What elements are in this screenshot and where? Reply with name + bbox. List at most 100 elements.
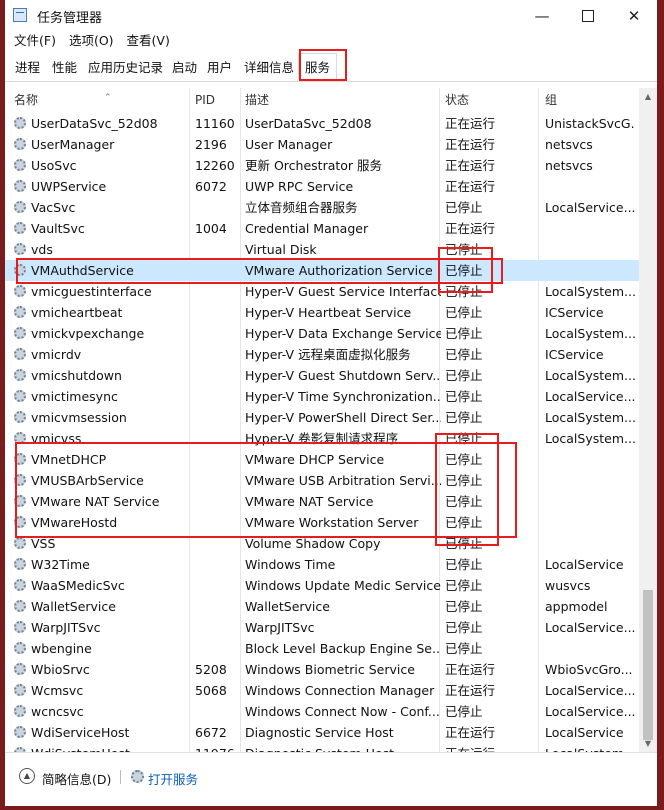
- service-group: netsvcs: [545, 158, 593, 173]
- service-group: LocalService...: [545, 620, 636, 635]
- fewer-details-link[interactable]: 简略信息(D): [42, 769, 111, 788]
- table-row[interactable]: VacSvc 立体音频组合器服务 已停止 LocalService...: [5, 197, 657, 218]
- table-row[interactable]: vmicrdv Hyper-V 远程桌面虚拟化服务 已停止 ICService: [5, 344, 657, 365]
- service-gear-icon: [14, 516, 26, 528]
- table-row[interactable]: vmicguestinterface Hyper-V Guest Service …: [5, 281, 657, 302]
- vertical-scrollbar[interactable]: ▲ ▼: [639, 88, 657, 752]
- service-description: Hyper-V PowerShell Direct Ser...: [245, 410, 441, 425]
- table-row[interactable]: WdiServiceHost 6672 Diagnostic Service Hos…: [5, 722, 657, 743]
- service-gear-icon: [14, 432, 26, 444]
- service-name: UsoSvc: [31, 158, 77, 173]
- service-status: 已停止: [445, 305, 483, 320]
- service-description: VMware USB Arbitration Servi...: [245, 473, 441, 488]
- service-group: LocalSystem...: [545, 368, 636, 383]
- tab-processes[interactable]: 进程: [15, 56, 40, 80]
- table-row[interactable]: vmicheartbeat Hyper-V Heartbeat Service 已停…: [5, 302, 657, 323]
- service-group: [545, 176, 636, 197]
- service-name: vmicshutdown: [31, 368, 122, 383]
- service-gear-icon: [14, 138, 26, 150]
- column-header-pid[interactable]: PID: [195, 88, 215, 113]
- service-group: LocalSystem...: [545, 326, 636, 341]
- table-row[interactable]: wbengine Block Level Backup Engine Se... 已…: [5, 638, 657, 659]
- table-row[interactable]: vmicshutdown Hyper-V Guest Shutdown Serv.…: [5, 365, 657, 386]
- table-row[interactable]: UsoSvc 12260 更新 Orchestrator 服务 正在运行 netsvcs: [5, 155, 657, 176]
- table-row[interactable]: UWPService 6072 UWP RPC Service 正在运行: [5, 176, 657, 197]
- service-pid: 1004: [195, 221, 227, 236]
- tab-users[interactable]: 用户: [207, 56, 232, 80]
- service-group: LocalService...: [545, 200, 636, 215]
- table-row[interactable]: WbioSrvc 5208 Windows Biometric Service 正在运…: [5, 659, 657, 680]
- menu-view[interactable]: 查看(V): [127, 31, 170, 51]
- service-pid: [195, 239, 245, 260]
- tab-startup[interactable]: 启动: [172, 56, 197, 80]
- column-header-name[interactable]: 名称 ⌃: [14, 88, 112, 113]
- service-status: 已停止: [445, 263, 483, 278]
- service-status: 已停止: [445, 242, 483, 257]
- service-group: LocalService: [545, 557, 624, 572]
- service-status: 已停止: [445, 326, 483, 341]
- service-description: VMware Authorization Service: [245, 263, 433, 278]
- tab-performance[interactable]: 性能: [52, 56, 77, 80]
- service-gear-icon: [14, 369, 26, 381]
- service-gear-icon: [14, 621, 26, 633]
- table-row[interactable]: UserDataSvc_52d08 11160 UserDataSvc_52d08 正…: [5, 113, 657, 134]
- open-services-link[interactable]: 打开服务: [148, 769, 198, 788]
- table-row[interactable]: VMUSBArbService VMware USB Arbitration Se…: [5, 470, 657, 491]
- service-group: [545, 533, 636, 554]
- table-row[interactable]: vds Virtual Disk 已停止: [5, 239, 657, 260]
- service-pid: [195, 512, 245, 533]
- table-row[interactable]: VaultSvc 1004 Credential Manager 正在运行: [5, 218, 657, 239]
- table-row[interactable]: VMware NAT Service VMware NAT Service 已停止: [5, 491, 657, 512]
- table-row[interactable]: vmicvss Hyper-V 卷影复制请求程序 已停止 LocalSystem...: [5, 428, 657, 449]
- tab-services[interactable]: 服务: [298, 53, 338, 80]
- tab-app-history[interactable]: 应用历史记录: [88, 56, 163, 80]
- tab-details[interactable]: 详细信息: [244, 56, 294, 80]
- service-name: VMnetDHCP: [31, 452, 107, 467]
- service-status: 正在运行: [445, 662, 496, 677]
- table-row[interactable]: VMnetDHCP VMware DHCP Service 已停止: [5, 449, 657, 470]
- service-group: [545, 638, 636, 659]
- menu-file[interactable]: 文件(F): [14, 31, 56, 51]
- table-row[interactable]: WaaSMedicSvc Windows Update Medic Service…: [5, 575, 657, 596]
- close-button[interactable]: ✕: [611, 0, 657, 31]
- table-row[interactable]: Wcmsvc 5068 Windows Connection Manager 正在运行…: [5, 680, 657, 701]
- scroll-up-icon[interactable]: ▲: [639, 88, 657, 105]
- window-title: 任务管理器: [37, 11, 103, 26]
- service-name: VMwareHostd: [31, 515, 118, 530]
- service-description: Hyper-V Time Synchronization...: [245, 389, 441, 404]
- service-status: 已停止: [445, 452, 483, 467]
- service-name: VSS: [31, 536, 56, 551]
- service-description: Diagnostic Service Host: [245, 725, 394, 740]
- table-row[interactable]: UserManager 2196 User Manager 正在运行 netsvcs: [5, 134, 657, 155]
- service-pid: [195, 491, 245, 512]
- service-name: vmicguestinterface: [31, 284, 152, 299]
- service-status: 已停止: [445, 620, 483, 635]
- table-row[interactable]: vmicvmsession Hyper-V PowerShell Direct S…: [5, 407, 657, 428]
- service-gear-icon: [14, 117, 26, 129]
- table-row[interactable]: VMAuthdService VMware Authorization Servi…: [5, 260, 657, 281]
- service-gear-icon: [14, 348, 26, 360]
- chevron-up-icon[interactable]: ▲: [19, 768, 35, 784]
- table-row[interactable]: vmictimesync Hyper-V Time Synchronization…: [5, 386, 657, 407]
- table-row[interactable]: WarpJITSvc WarpJITSvc 已停止 LocalService...: [5, 617, 657, 638]
- service-status: 正在运行: [445, 179, 496, 194]
- table-row[interactable]: wcncsvc Windows Connect Now - Conf... 已停止 L…: [5, 701, 657, 722]
- service-description: Hyper-V 远程桌面虚拟化服务: [245, 347, 411, 362]
- maximize-button[interactable]: [565, 0, 611, 31]
- service-gear-icon: [14, 180, 26, 192]
- service-gear-icon: [14, 327, 26, 339]
- minimize-button[interactable]: —: [519, 0, 565, 31]
- service-pid: [195, 449, 245, 470]
- table-row[interactable]: W32Time Windows Time 已停止 LocalService: [5, 554, 657, 575]
- column-header-description[interactable]: 描述: [245, 88, 269, 113]
- column-header-status[interactable]: 状态: [445, 88, 469, 113]
- column-header-group[interactable]: 组: [545, 88, 557, 113]
- service-status: 已停止: [445, 410, 483, 425]
- table-row[interactable]: VMwareHostd VMware Workstation Server 已停止: [5, 512, 657, 533]
- menu-options[interactable]: 选项(O): [69, 31, 114, 51]
- scroll-down-icon[interactable]: ▼: [639, 735, 657, 752]
- table-row[interactable]: WalletService WalletService 已停止 appmodel: [5, 596, 657, 617]
- table-row[interactable]: vmickvpexchange Hyper-V Data Exchange Ser…: [5, 323, 657, 344]
- table-row[interactable]: VSS Volume Shadow Copy 已停止: [5, 533, 657, 554]
- scrollbar-thumb[interactable]: [643, 590, 653, 740]
